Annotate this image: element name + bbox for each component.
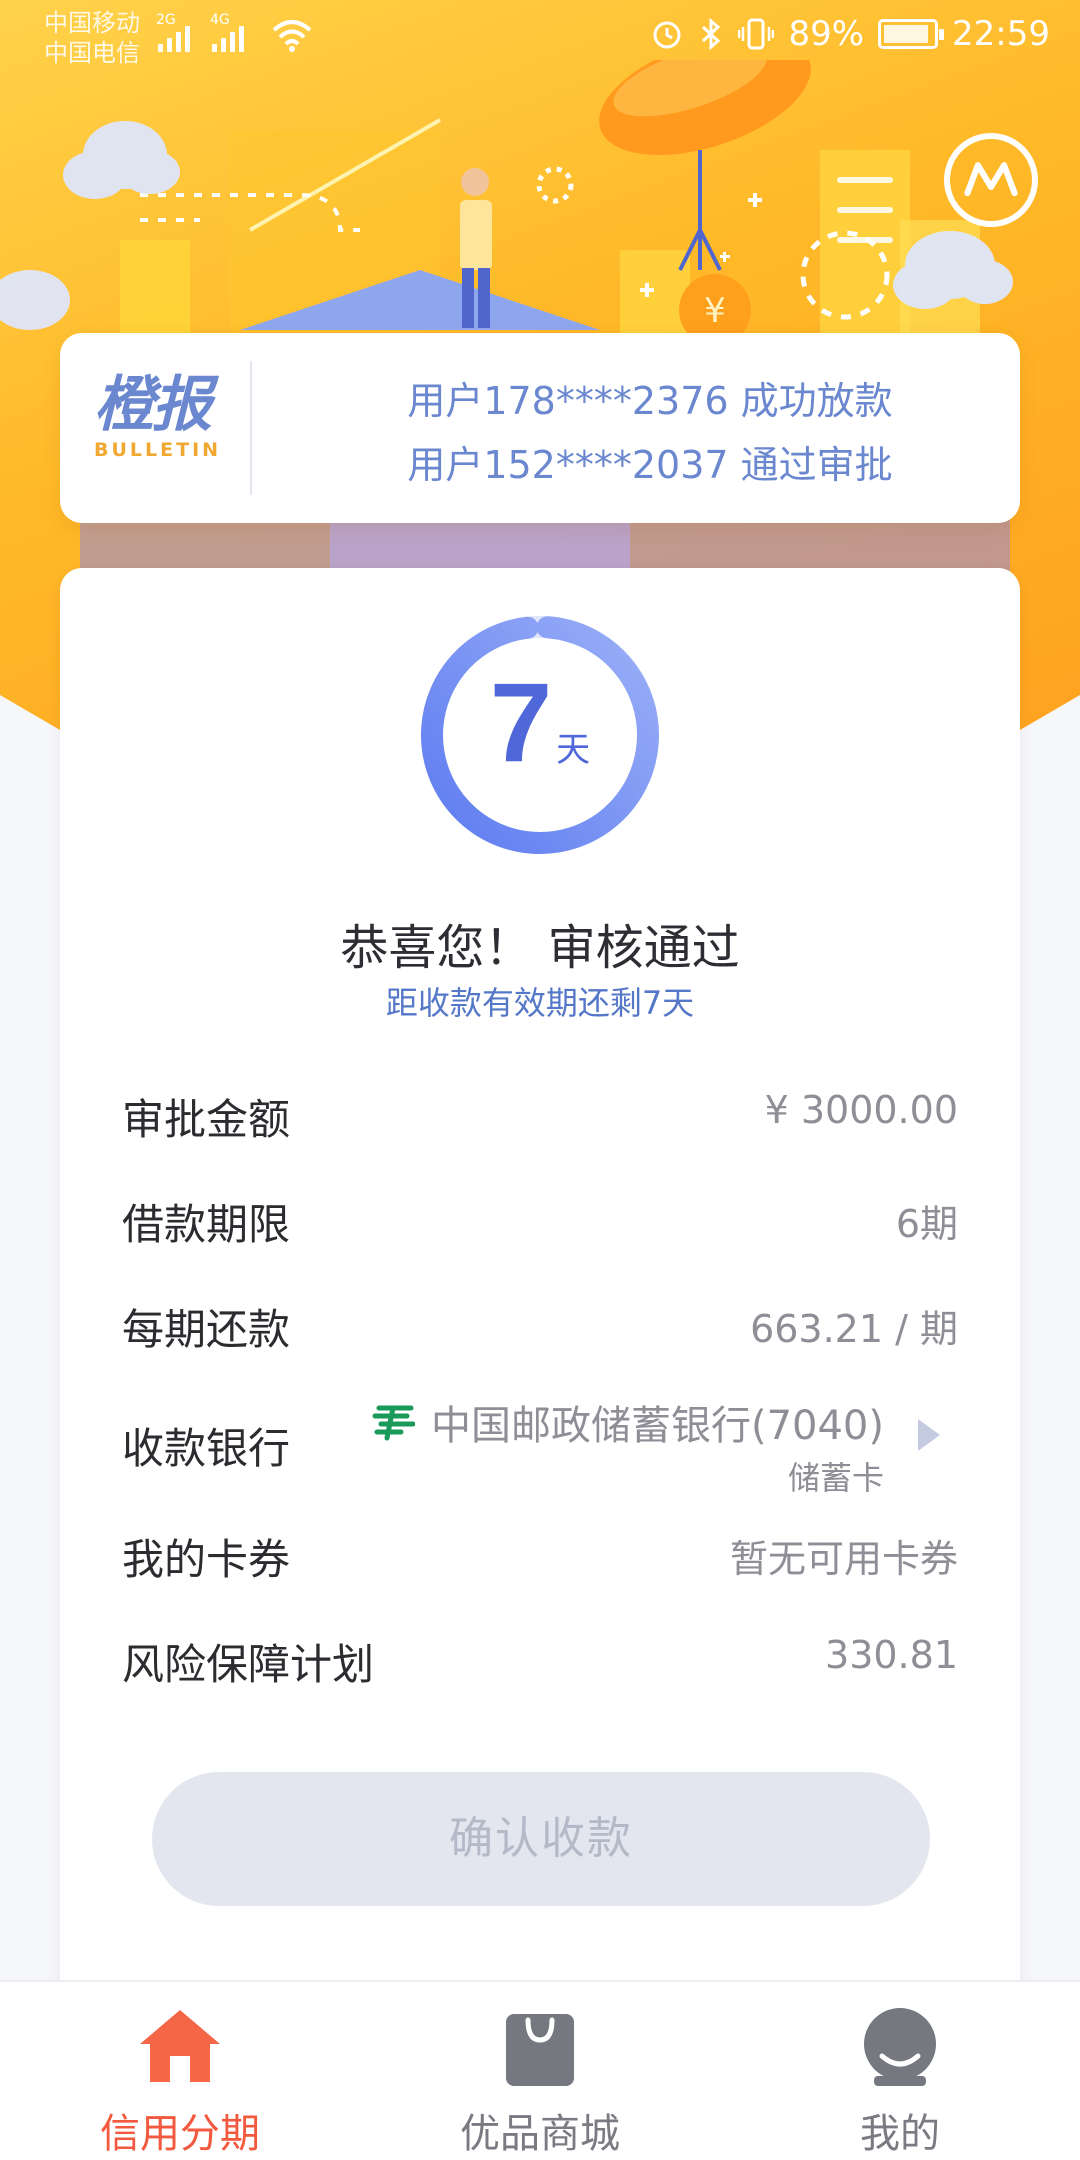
tab-label: 优品商城 [460, 2111, 620, 2157]
bank-card-type: 储蓄卡 [787, 1459, 884, 1497]
alarm-icon [653, 21, 681, 49]
bank-label: 收款银行 [122, 1424, 291, 1473]
bank-name: 中国邮政储蓄银行(7040) [371, 1393, 884, 1451]
bottom-tab-bar: 信用分期 优品商城 我的 [0, 1980, 1080, 2160]
bulletin-divider [250, 361, 252, 495]
battery-percent: 89% [788, 14, 865, 54]
insurance-value: 330.81 [825, 1633, 958, 1677]
amount-label: 审批金额 [122, 1095, 291, 1144]
clock: 22:59 [952, 14, 1050, 54]
amount-value: ¥ 3000.00 [764, 1088, 958, 1132]
loan-details: 审批金额 ¥ 3000.00 借款期限 6期 每期还款 663.21 / 期 收… [122, 1058, 958, 1708]
tab-profile[interactable]: 我的 [720, 1982, 1080, 2160]
tab-label: 我的 [860, 2111, 940, 2157]
tab-mall[interactable]: 优品商城 [360, 1982, 720, 2160]
shopping-bag-icon [506, 2014, 574, 2086]
postal-bank-icon [372, 1405, 415, 1441]
svg-text:¥: ¥ [704, 291, 726, 331]
signal-icon-2: 4G [210, 12, 244, 52]
carrier-info: 中国移动 中国电信 [44, 8, 140, 68]
signal-icon-1: 2G [156, 12, 190, 52]
brand-logo-icon[interactable] [944, 133, 1038, 227]
battery-icon [878, 19, 945, 49]
installment-value: 663.21 / 期 [750, 1307, 958, 1351]
approval-title: 恭喜您！ 审核通过 [340, 920, 740, 976]
carrier-2: 中国电信 [44, 39, 140, 67]
bulletin-logo: 橙报 BULLETIN [94, 373, 244, 461]
bank-name-text: 中国邮政储蓄银行(7040) [430, 1403, 884, 1449]
home-icon [140, 2010, 220, 2082]
approval-card: 7天 恭喜您！ 审核通过 距收款有效期还剩7天 审批金额 ¥ 3000.00 借… [60, 568, 1020, 1998]
countdown-unit: 天 [556, 730, 591, 770]
bulletin-card[interactable]: 橙报 BULLETIN 用户178****2376 成功放款 用户152****… [60, 333, 1020, 523]
tab-credit-installment[interactable]: 信用分期 [0, 1982, 360, 2160]
chevron-right-icon[interactable] [918, 1419, 940, 1451]
detail-row-coupon[interactable]: 我的卡券 暂无可用卡券 [122, 1498, 958, 1603]
bulletin-message: 用户178****2376 成功放款 [407, 379, 893, 423]
installment-label: 每期还款 [122, 1305, 291, 1354]
detail-row-installment: 每期还款 663.21 / 期 [122, 1268, 958, 1373]
detail-row-bank[interactable]: 收款银行 中国邮政储蓄银行(7040) 储蓄卡 [122, 1373, 958, 1498]
bluetooth-icon [702, 17, 721, 51]
profile-icon [864, 2008, 936, 2086]
detail-row-insurance[interactable]: 风险保障计划 330.81 [122, 1603, 958, 1708]
carrier-1: 中国移动 [44, 9, 140, 37]
detail-row-term: 借款期限 6期 [122, 1163, 958, 1268]
countdown-value: 7天 [417, 658, 663, 787]
status-bar: 中国移动 中国电信 2G 4G 89% 22:59 [0, 0, 1080, 72]
term-label: 借款期限 [122, 1200, 291, 1249]
insurance-label: 风险保障计划 [122, 1640, 375, 1689]
detail-row-amount: 审批金额 ¥ 3000.00 [122, 1058, 958, 1163]
bulletin-logo-en: BULLETIN [94, 439, 222, 461]
bulletin-logo-cn: 橙报 [94, 370, 212, 440]
approval-subtitle: 距收款有效期还剩7天 [385, 984, 695, 1022]
term-value: 6期 [895, 1202, 958, 1246]
wifi-icon [272, 20, 312, 52]
vibrate-icon [738, 18, 775, 50]
tab-label: 信用分期 [100, 2111, 260, 2157]
countdown-number: 7 [489, 660, 553, 785]
bulletin-message: 用户152****2037 通过审批 [407, 443, 893, 487]
coupon-label: 我的卡券 [122, 1535, 291, 1584]
confirm-receipt-button[interactable]: 确认收款 [152, 1772, 930, 1906]
coupon-value: 暂无可用卡券 [729, 1537, 958, 1581]
bulletin-messages: 用户178****2376 成功放款 用户152****2037 通过审批 [310, 369, 990, 497]
